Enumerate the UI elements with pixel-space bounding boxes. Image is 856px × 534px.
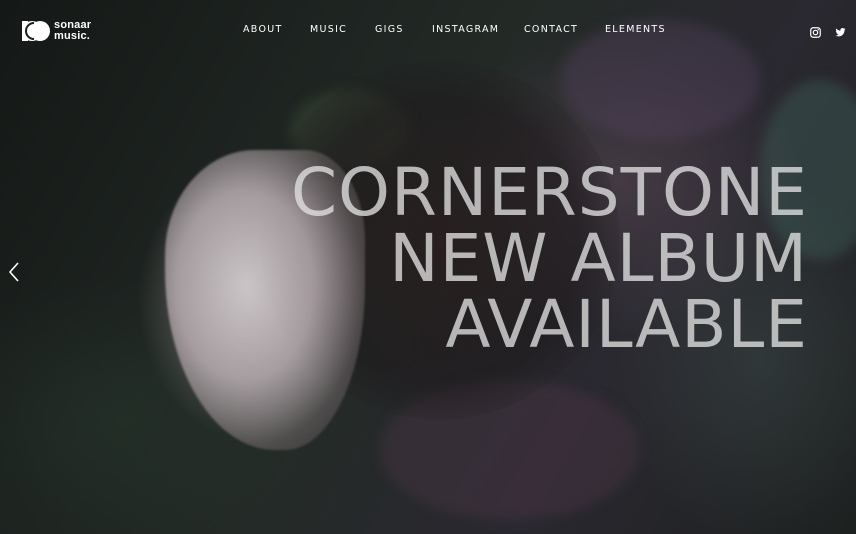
nav-item-instagram[interactable]: INSTAGRAM (432, 24, 499, 35)
headline-line-3: AVAILABLE (445, 286, 808, 363)
hero-slide: sonaar music. ABOUT MUSIC GIGS INSTAGRAM… (0, 0, 856, 534)
chevron-left-icon (8, 262, 19, 282)
main-menu: ABOUT MUSIC GIGS INSTAGRAM CONTACT ELEME… (0, 24, 856, 38)
slider-prev-button[interactable] (6, 261, 22, 283)
twitter-icon[interactable] (835, 25, 846, 37)
nav-item-contact[interactable]: CONTACT (524, 24, 578, 35)
nav-item-gigs[interactable]: GIGS (375, 24, 404, 35)
headline-line-2: NEW ALBUM (389, 220, 808, 297)
top-navigation-bar: sonaar music. ABOUT MUSIC GIGS INSTAGRAM… (0, 0, 856, 62)
hero-headline: CORNERSTONE NEW ALBUM AVAILABLE (208, 160, 808, 358)
nav-item-music[interactable]: MUSIC (310, 24, 347, 35)
instagram-icon[interactable] (810, 25, 821, 38)
nav-item-about[interactable]: ABOUT (243, 24, 283, 35)
headline-line-1: CORNERSTONE (290, 154, 808, 231)
nav-item-elements[interactable]: ELEMENTS (605, 24, 666, 35)
